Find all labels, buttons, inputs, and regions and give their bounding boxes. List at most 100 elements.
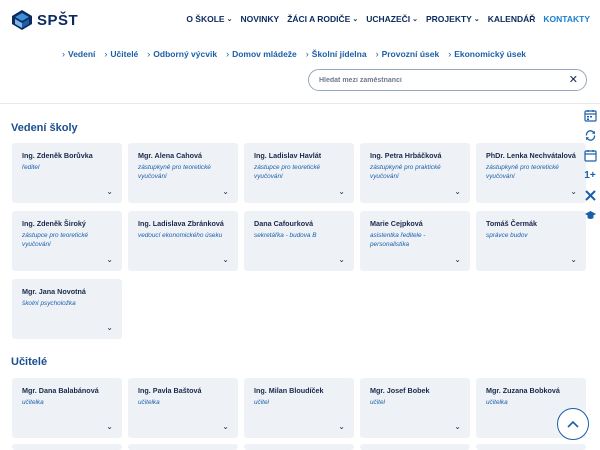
employee-card[interactable]: Mgr. Jana Novotná školní psycholožka ⌄ — [12, 279, 122, 339]
nav-item-label: PROJEKTY — [426, 14, 472, 24]
employee-card-partial[interactable] — [360, 444, 470, 450]
subnav-item-vedeni[interactable]: › Vedení — [62, 49, 95, 59]
employee-role: správce budov — [486, 232, 528, 240]
chevron-down-icon[interactable]: ⌄ — [454, 422, 461, 431]
employee-role: učitelka — [138, 399, 160, 407]
close-icon[interactable]: ✕ — [569, 73, 578, 86]
chevron-down-icon[interactable]: ⌄ — [222, 422, 229, 431]
logo[interactable]: SPŠT — [11, 9, 78, 31]
employee-role: učitel — [370, 399, 385, 407]
search-input[interactable] — [319, 74, 559, 87]
nav-item-kontakty[interactable]: KONTAKTY — [543, 14, 590, 24]
chevron-down-icon: ⌄ — [412, 16, 418, 23]
employee-card[interactable]: Ing. Zdeněk Široký zástupce pro teoretic… — [12, 211, 122, 271]
employee-card[interactable]: Ing. Ladislav Havlát zástupce pro teoret… — [244, 143, 354, 203]
employee-card-partial[interactable] — [476, 444, 586, 450]
employee-role: učitel — [254, 399, 269, 407]
logo-mark-icon — [12, 10, 32, 30]
employee-card-partial[interactable] — [12, 444, 122, 450]
employee-card-partial[interactable] — [128, 444, 238, 450]
subnav-label: Vedení — [68, 49, 96, 59]
employee-name: Ing. Zdeněk Borůvka — [22, 151, 93, 160]
nav-item-label: KONTAKTY — [543, 14, 590, 24]
employee-role: zástupce pro teoretické vyučování — [254, 164, 321, 180]
employee-card[interactable]: Dana Cafourková sekretářka - budova B ⌄ — [244, 211, 354, 271]
subnav-label: Domov mládeže — [232, 49, 297, 59]
plus-one-label: 1+ — [584, 169, 596, 181]
subnav-label: Učitelé — [110, 49, 139, 59]
chevron-down-icon[interactable]: ⌄ — [570, 255, 577, 264]
chevron-down-icon[interactable]: ⌄ — [222, 187, 229, 196]
subnav-label: Školní jídelna — [311, 49, 367, 59]
nav-item-uchazeci[interactable]: UCHAZEČI ⌄ — [366, 14, 418, 24]
subnav-item-odborny-vycvik[interactable]: › Odborný výcvik — [147, 49, 217, 59]
chevron-down-icon[interactable]: ⌄ — [106, 323, 113, 332]
section-title-vedeni: Vedení školy — [11, 122, 78, 134]
nav-item-novinky[interactable]: NOVINKY — [240, 14, 279, 24]
site-header: SPŠT O ŠKOLE ⌄ NOVINKY ŽÁCI A RODIČE ⌄ UCH… — [0, 0, 600, 40]
employee-card[interactable]: Mgr. Josef Bobek učitel ⌄ — [360, 378, 470, 438]
nav-item-label: ŽÁCI A RODIČE — [287, 14, 351, 24]
cross-tools-icon[interactable] — [583, 188, 597, 202]
nav-item-label: NOVINKY — [240, 14, 280, 24]
subnav-item-skolni-jidelna[interactable]: › Školní jídelna — [306, 49, 367, 59]
chevron-right-icon: › — [375, 49, 379, 59]
chevron-down-icon: ⌄ — [226, 16, 233, 23]
employee-search: ✕ — [308, 69, 587, 91]
nav-item-projekty[interactable]: PROJEKTY ⌄ — [426, 14, 480, 24]
employee-card[interactable]: Ing. Zdeněk Borůvka ředitel ⌄ — [12, 143, 122, 203]
subnav-label: Provozní úsek — [381, 49, 440, 59]
calendar-check-icon[interactable] — [583, 108, 597, 122]
employee-name: Mgr. Jana Novotná — [22, 287, 86, 296]
employee-card[interactable]: Ing. Milan Bloudíček učitel ⌄ — [244, 378, 354, 438]
calendar-icon[interactable] — [583, 148, 597, 162]
employee-card[interactable]: Tomáš Čermák správce budov ⌄ — [476, 211, 586, 271]
subnav-label: Ekonomický úsek — [454, 49, 527, 59]
nav-item-kalendar[interactable]: KALENDÁŘ — [488, 14, 536, 24]
graduation-cap-icon[interactable] — [583, 208, 597, 222]
employee-card[interactable]: PhDr. Lenka Nechvátalová zástupkyně pro … — [476, 143, 586, 203]
chevron-right-icon: › — [448, 49, 452, 59]
chevron-down-icon[interactable]: ⌄ — [222, 255, 229, 264]
chevron-down-icon[interactable]: ⌄ — [338, 187, 345, 196]
employee-card-partial[interactable] — [244, 444, 354, 450]
employee-card[interactable]: Ing. Petra Hrbáčková zástupkyně pro prak… — [360, 143, 470, 203]
chevron-down-icon[interactable]: ⌄ — [106, 422, 113, 431]
nav-item-o-skole[interactable]: O ŠKOLE ⌄ — [186, 14, 232, 24]
main-nav: O ŠKOLE ⌄ NOVINKY ŽÁCI A RODIČE ⌄ UCHAZEČI… — [178, 14, 590, 24]
employee-name: Mgr. Zuzana Bobková — [486, 386, 560, 395]
employee-role: školní psycholožka — [22, 300, 76, 308]
plus-one-icon[interactable]: 1+ — [583, 168, 597, 182]
scroll-to-top-button[interactable] — [557, 408, 589, 440]
employee-name: Marie Cejpková — [370, 219, 423, 228]
employee-name: PhDr. Lenka Nechvátalová — [486, 151, 576, 160]
chevron-right-icon: › — [147, 49, 151, 59]
chevron-down-icon[interactable]: ⌄ — [338, 422, 345, 431]
chevron-down-icon[interactable]: ⌄ — [106, 187, 113, 196]
employee-card[interactable]: Ing. Pavla Baštová učitelka ⌄ — [128, 378, 238, 438]
employee-role: zástupkyně pro praktické vyučování — [370, 164, 441, 180]
chevron-down-icon[interactable]: ⌄ — [106, 255, 113, 264]
logo-text: SPŠT — [37, 11, 79, 29]
nav-item-zaci-a-rodice[interactable]: ŽÁCI A RODIČE ⌄ — [287, 14, 358, 24]
employee-card[interactable]: Marie Cejpková asistentka ředitele - per… — [360, 211, 470, 271]
subnav-item-ucitele[interactable]: › Učitelé — [104, 49, 138, 59]
chevron-up-icon — [567, 420, 579, 428]
refresh-icon[interactable] — [583, 128, 597, 142]
chevron-down-icon[interactable]: ⌄ — [570, 187, 577, 196]
employee-card[interactable]: Mgr. Alena Cahová zástupkyně pro teoreti… — [128, 143, 238, 203]
subnav-item-domov-mladeze[interactable]: › Domov mládeže — [226, 49, 297, 59]
employee-card[interactable]: Mgr. Dana Balabánová učitelka ⌄ — [12, 378, 122, 438]
employee-name: Mgr. Josef Bobek — [370, 386, 430, 395]
subnav-item-provozni-usek[interactable]: › Provozní úsek — [376, 49, 440, 59]
chevron-down-icon: ⌄ — [473, 16, 480, 23]
subnav-item-ekonomicky-usek[interactable]: › Ekonomický úsek — [448, 49, 526, 59]
employee-name: Mgr. Alena Cahová — [138, 151, 203, 160]
chevron-down-icon[interactable]: ⌄ — [454, 255, 461, 264]
employee-card[interactable]: Ing. Ladislava Zbránková vedoucí ekonomi… — [128, 211, 238, 271]
nav-item-label: KALENDÁŘ — [487, 14, 536, 24]
chevron-down-icon[interactable]: ⌄ — [338, 255, 345, 264]
employee-role: ředitel — [22, 164, 40, 172]
chevron-right-icon: › — [62, 49, 65, 59]
chevron-down-icon[interactable]: ⌄ — [454, 187, 461, 196]
